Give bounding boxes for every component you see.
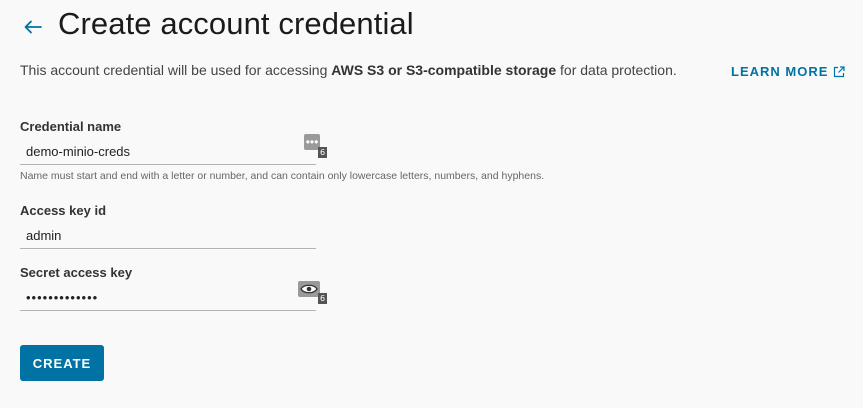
access-key-id-input[interactable] <box>20 224 292 246</box>
external-link-icon <box>834 65 845 77</box>
page-header: Create account credential <box>22 4 414 44</box>
access-key-id-label: Access key id <box>20 203 107 218</box>
credential-name-helper: Name must start and end with a letter or… <box>20 170 545 182</box>
description-suffix: for data protection. <box>556 62 677 78</box>
credential-name-label: Credential name <box>20 119 122 134</box>
secret-access-key-label: Secret access key <box>20 265 133 280</box>
credential-name-field: Credential name ••• 6 Name must start an… <box>20 119 544 182</box>
access-key-id-field: Access key id <box>20 203 316 249</box>
credential-name-input-wrap: ••• 6 <box>20 134 327 165</box>
page-title: Create account credential <box>58 6 414 41</box>
learn-more-label: LEARN MORE <box>731 64 829 79</box>
credential-name-input[interactable] <box>20 140 292 162</box>
description: This account credential will be used for… <box>20 62 677 78</box>
description-prefix: This account credential will be used for… <box>20 62 332 78</box>
password-manager-badge: 6 <box>318 293 327 304</box>
show-password-eye-icon[interactable] <box>298 281 320 297</box>
access-key-id-input-wrap <box>20 224 316 249</box>
password-manager-badge: 6 <box>318 147 327 158</box>
secret-access-key-input[interactable] <box>20 286 292 308</box>
learn-more-link[interactable]: LEARN MORE <box>731 64 845 79</box>
arrow-left-icon <box>24 20 42 34</box>
secret-access-key-input-wrap: 6 <box>20 281 327 311</box>
create-button[interactable]: CREATE <box>20 345 104 381</box>
back-button[interactable] <box>22 16 44 38</box>
secret-access-key-field: Secret access key 6 <box>20 265 327 311</box>
description-bold: AWS S3 or S3-compatible storage <box>331 62 557 78</box>
